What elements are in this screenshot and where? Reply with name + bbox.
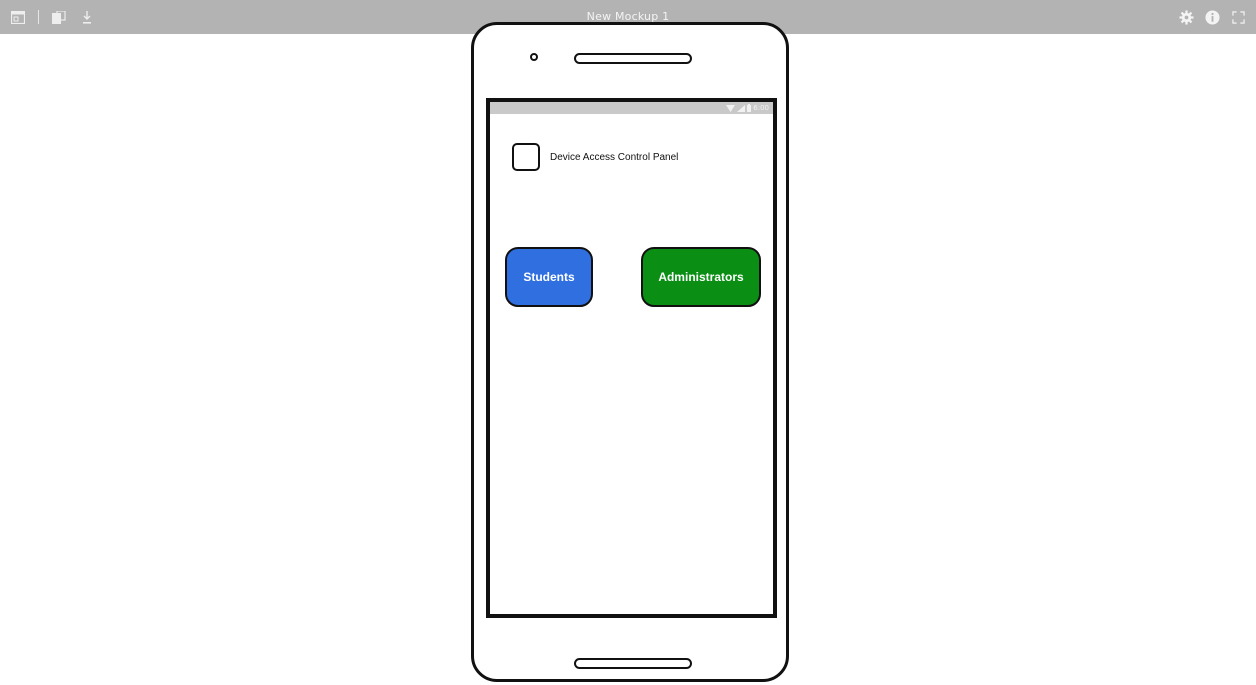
mockup-app: New Mockup 1 6:00 Device Access Control … xyxy=(0,0,1256,685)
students-button-label: Students xyxy=(523,270,575,284)
checkbox-label: Device Access Control Panel xyxy=(550,151,679,163)
access-control-checkbox[interactable] xyxy=(512,143,540,171)
wifi-icon xyxy=(726,99,736,117)
top-speaker xyxy=(574,53,692,64)
administrators-button[interactable]: Administrators xyxy=(641,247,761,307)
toolbar-right-group xyxy=(1178,9,1246,25)
fullscreen-icon[interactable] xyxy=(1230,9,1246,25)
signal-icon xyxy=(737,99,746,117)
bottom-speaker xyxy=(574,658,692,669)
info-icon[interactable] xyxy=(1204,9,1220,25)
battery-icon xyxy=(747,99,752,117)
phone-frame: 6:00 Device Access Control Panel Student… xyxy=(471,22,789,682)
gear-icon[interactable] xyxy=(1178,9,1194,25)
administrators-button-label: Administrators xyxy=(658,270,744,284)
camera-icon xyxy=(530,53,538,61)
phone-screen: 6:00 Device Access Control Panel Student… xyxy=(486,98,777,618)
access-control-checkbox-row[interactable]: Device Access Control Panel xyxy=(512,143,678,171)
students-button[interactable]: Students xyxy=(505,247,593,307)
status-time: 6:00 xyxy=(753,104,769,112)
status-icons-group: 6:00 xyxy=(726,103,769,113)
android-status-bar: 6:00 xyxy=(490,102,773,114)
